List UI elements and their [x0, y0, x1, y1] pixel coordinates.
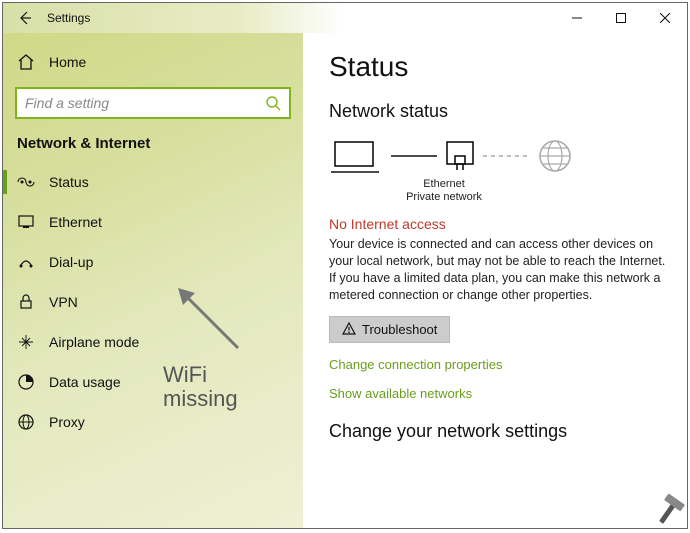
minimize-button[interactable]	[555, 4, 599, 32]
search-icon	[265, 95, 281, 111]
titlebar: Settings	[3, 3, 687, 33]
pc-icon	[329, 136, 385, 176]
sidebar-item-airplane[interactable]: Airplane mode	[3, 322, 303, 362]
sidebar-item-label: Proxy	[49, 414, 85, 430]
line-solid-icon	[391, 151, 437, 161]
section-change-network-settings: Change your network settings	[329, 421, 687, 442]
page-title: Status	[329, 51, 687, 83]
search-input[interactable]	[25, 95, 265, 111]
sidebar-item-label: VPN	[49, 294, 78, 310]
sidebar-item-label: Dial-up	[49, 254, 93, 270]
sidebar-item-status[interactable]: Status	[3, 162, 303, 202]
ethernet-icon	[17, 213, 35, 231]
sidebar-item-label: Airplane mode	[49, 334, 139, 350]
status-icon	[17, 173, 35, 191]
globe-icon	[535, 136, 575, 176]
home-icon	[17, 53, 35, 71]
diagram-label: EthernetPrivate network	[389, 178, 499, 204]
sidebar-item-dialup[interactable]: Dial-up	[3, 242, 303, 282]
link-change-connection-properties[interactable]: Change connection properties	[329, 357, 687, 372]
troubleshoot-button[interactable]: Troubleshoot	[329, 316, 450, 343]
search-box[interactable]	[15, 87, 291, 119]
router-icon	[443, 136, 477, 176]
sidebar-home-label: Home	[49, 54, 86, 70]
data-usage-icon	[17, 373, 35, 391]
alert-no-internet: No Internet access	[329, 216, 687, 232]
settings-window: Settings Home Network & Inte	[2, 2, 688, 529]
airplane-icon	[17, 333, 35, 351]
status-description: Your device is connected and can access …	[329, 236, 669, 304]
network-diagram	[329, 136, 687, 176]
sidebar-item-label: Status	[49, 174, 89, 190]
back-icon[interactable]	[17, 10, 33, 26]
link-show-available-networks[interactable]: Show available networks	[329, 386, 687, 401]
sidebar-category: Network & Internet	[3, 129, 303, 162]
section-network-status: Network status	[329, 101, 687, 122]
sidebar-home[interactable]: Home	[3, 43, 303, 81]
proxy-icon	[17, 413, 35, 431]
warning-icon	[342, 322, 356, 336]
vpn-icon	[17, 293, 35, 311]
sidebar-item-label: Ethernet	[49, 214, 102, 230]
maximize-button[interactable]	[599, 4, 643, 32]
sidebar: Home Network & Internet Status E	[3, 33, 303, 528]
troubleshoot-label: Troubleshoot	[362, 322, 437, 337]
close-button[interactable]	[643, 4, 687, 32]
sidebar-item-data-usage[interactable]: Data usage	[3, 362, 303, 402]
window-title: Settings	[47, 11, 90, 25]
sidebar-item-label: Data usage	[49, 374, 121, 390]
sidebar-item-ethernet[interactable]: Ethernet	[3, 202, 303, 242]
dialup-icon	[17, 253, 35, 271]
line-dashed-icon	[483, 151, 529, 161]
sidebar-item-proxy[interactable]: Proxy	[3, 402, 303, 442]
sidebar-item-vpn[interactable]: VPN	[3, 282, 303, 322]
content-pane: Status Network status EthernetPrivate ne…	[303, 33, 687, 528]
